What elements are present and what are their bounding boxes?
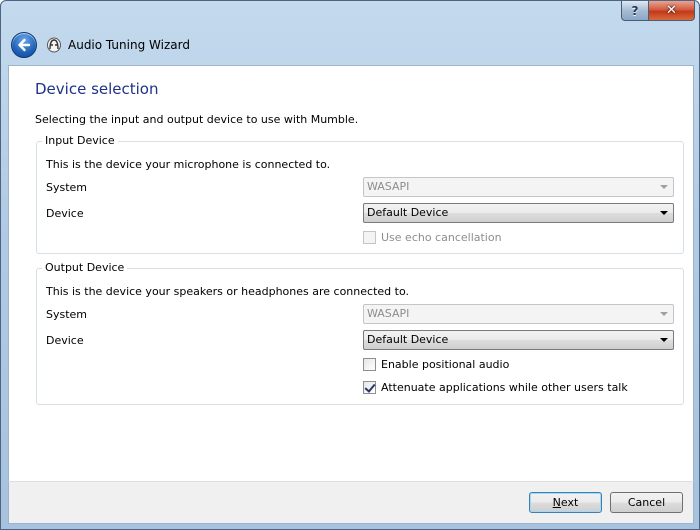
wizard-footer: Next Cancel (8, 481, 694, 524)
chevron-down-icon (660, 338, 668, 342)
output-group-label: Output Device (42, 261, 128, 274)
input-system-select[interactable]: WASAPI (363, 177, 674, 197)
positional-audio-option[interactable]: Enable positional audio (363, 358, 509, 371)
input-device-value: Default Device (367, 206, 449, 219)
output-device-group: Output Device This is the device your sp… (36, 261, 684, 405)
chevron-down-icon (660, 312, 668, 316)
positional-audio-label: Enable positional audio (381, 358, 510, 371)
mumble-icon (45, 36, 63, 54)
page-subtitle: Selecting the input and output device to… (35, 113, 359, 126)
output-system-select[interactable]: WASAPI (363, 304, 674, 324)
input-device-select[interactable]: Default Device (363, 203, 674, 223)
next-button-label: Next (552, 496, 579, 509)
output-device-select[interactable]: Default Device (363, 330, 674, 350)
cancel-button[interactable]: Cancel (610, 492, 683, 513)
page-title: Device selection (35, 80, 159, 98)
chevron-down-icon (660, 211, 668, 215)
attenuate-label: Attenuate applications while other users… (381, 381, 628, 394)
input-device-label: Device (46, 207, 84, 220)
chevron-down-icon (660, 185, 668, 189)
output-system-label: System (46, 308, 88, 321)
input-description: This is the device your microphone is co… (46, 158, 331, 171)
positional-audio-checkbox[interactable] (363, 358, 376, 371)
output-device-value: Default Device (367, 333, 449, 346)
cancel-button-label: Cancel (627, 496, 666, 509)
window-controls: ? ✕ (621, 1, 695, 21)
input-device-group: Input Device This is the device your mic… (36, 134, 684, 254)
input-group-label: Input Device (42, 134, 118, 147)
output-system-value: WASAPI (367, 307, 410, 320)
input-system-label: System (46, 181, 88, 194)
echo-cancellation-label: Use echo cancellation (381, 231, 502, 244)
output-description: This is the device your speakers or head… (46, 285, 409, 298)
title-bar: ? ✕ Audio Tuning Wizard (1, 1, 699, 65)
window-title: Audio Tuning Wizard (68, 38, 190, 52)
input-system-value: WASAPI (367, 180, 410, 193)
attenuate-checkbox[interactable] (363, 381, 376, 394)
wizard-window: ? ✕ Audio Tuning Wizard Device selection… (0, 0, 700, 530)
close-button[interactable]: ✕ (649, 1, 695, 21)
back-button[interactable] (11, 32, 37, 58)
output-device-label: Device (46, 334, 84, 347)
help-button[interactable]: ? (621, 1, 649, 21)
attenuate-option[interactable]: Attenuate applications while other users… (363, 381, 628, 394)
echo-cancellation-option[interactable]: Use echo cancellation (363, 231, 502, 244)
next-button[interactable]: Next (529, 492, 602, 513)
back-arrow-icon (18, 38, 31, 52)
wizard-page: Device selection Selecting the input and… (8, 65, 694, 481)
echo-cancellation-checkbox[interactable] (363, 231, 376, 244)
